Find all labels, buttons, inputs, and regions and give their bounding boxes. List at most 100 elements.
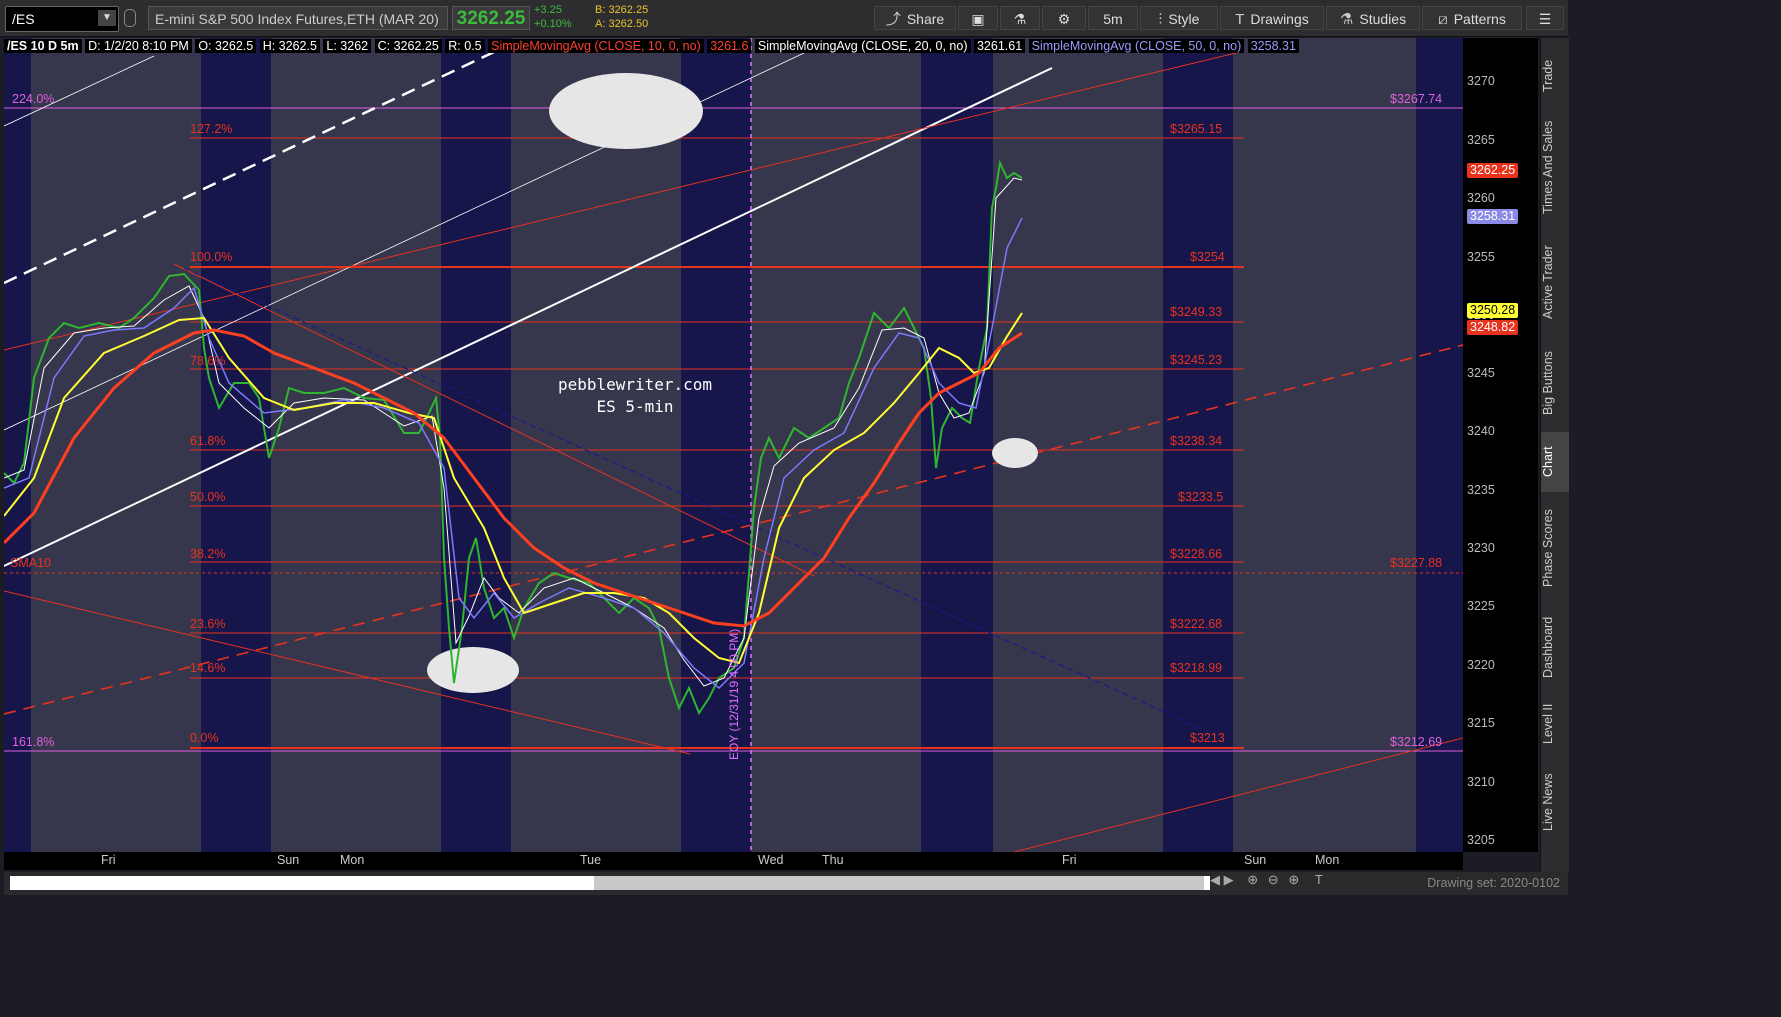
highlight-ellipse-low	[427, 647, 519, 693]
bar-close: C: 3262.25	[374, 39, 442, 53]
price-tick: 3260	[1467, 191, 1495, 205]
menu-icon: ☰	[1538, 11, 1552, 27]
sidebar-tab-chart[interactable]: Chart	[1541, 432, 1569, 492]
symbol-selector[interactable]: /ES ▼	[5, 6, 119, 32]
percent-change: +0.10%	[534, 18, 572, 30]
last-price: 3262.25	[452, 6, 530, 30]
fib-price: $3218.99	[1170, 661, 1223, 675]
snapshot-button[interactable]: ▣	[958, 6, 998, 30]
price-tick: 3270	[1467, 74, 1495, 88]
flask-icon: ⚗	[1339, 11, 1354, 28]
sma10-value: 3261.6	[707, 39, 752, 53]
time-tick: Wed	[758, 853, 784, 867]
camera-icon: ▣	[971, 11, 985, 27]
time-tick: Sun	[1244, 853, 1267, 867]
price-tick: 3210	[1467, 775, 1495, 789]
sma20-value: 3261.61	[973, 39, 1026, 53]
sidebar-tab-times-and-sales[interactable]: Times And Sales	[1541, 112, 1569, 222]
fib-label: 0.0%	[190, 731, 219, 745]
fib-label: 50.0%	[190, 490, 226, 504]
price-tick: 3245	[1467, 366, 1495, 380]
price-tick: 3225	[1467, 599, 1495, 613]
fib-price: $3249.33	[1170, 305, 1223, 319]
fib-label: 23.6%	[190, 617, 226, 631]
sma10-legend: SimpleMovingAvg (CLOSE, 10, 0, no)	[488, 39, 704, 53]
menu-button[interactable]: ☰	[1526, 6, 1564, 30]
fib-price: $3265.15	[1170, 122, 1223, 136]
sma-red-flag: 3248.82	[1467, 320, 1519, 335]
fib-label: 127.2%	[190, 122, 233, 136]
sma10-label: SMA10	[10, 556, 51, 570]
eoy-label: EOY (12/31/19 4:00 PM)	[727, 628, 741, 760]
net-change: +3.25	[534, 4, 562, 16]
price-tick: 3205	[1467, 833, 1495, 847]
zoom-out-icon[interactable]: ⊖	[1268, 872, 1279, 887]
fib-price: $3238.34	[1170, 434, 1223, 448]
drawings-button[interactable]: T Drawings	[1220, 6, 1324, 30]
bid-price: B: 3262.25	[595, 4, 649, 16]
bar-open: O: 3262.5	[195, 39, 257, 53]
time-tick: Sun	[277, 853, 300, 867]
sidebar-tab-dashboard[interactable]: Dashboard	[1541, 604, 1569, 690]
settings-button[interactable]: ⚙	[1042, 6, 1086, 30]
bar-date: D: 1/2/20 8:10 PM	[85, 39, 192, 53]
text-tool-icon[interactable]: T	[1315, 872, 1323, 887]
sma20-line	[4, 217, 1023, 690]
timeframe-button[interactable]: 5m	[1088, 6, 1138, 30]
patterns-button[interactable]: ⧄ Patterns	[1422, 6, 1522, 30]
studies-button[interactable]: ⚗ Studies	[1326, 6, 1420, 30]
fib-label: 100.0%	[190, 250, 233, 264]
last-price-flag: 3262.25	[1467, 163, 1519, 178]
price-tick: 3240	[1467, 424, 1495, 438]
symbol-text: /ES	[12, 11, 35, 27]
sidebar-tab-trade[interactable]: Trade	[1541, 46, 1569, 106]
time-tick: Thu	[822, 853, 844, 867]
scroll-right-icon[interactable]: ▶	[1224, 872, 1234, 887]
sma-red-line	[4, 328, 1023, 628]
candle-icon: ⫶	[1158, 11, 1163, 28]
crosshair-icon[interactable]: ⊕	[1247, 872, 1258, 887]
sidebar-tab-live-news[interactable]: Live News	[1541, 762, 1569, 842]
share-button[interactable]: ⤴ Share	[874, 6, 956, 30]
time-tick: Fri	[101, 853, 116, 867]
sma10-price: $3227.88	[1390, 556, 1443, 570]
style-button[interactable]: ⫶ Style	[1140, 6, 1218, 30]
sidebar-tab-phase-scores[interactable]: Phase Scores	[1541, 500, 1569, 596]
fib-price: $3213	[1190, 731, 1225, 745]
fib-price: $3222.68	[1170, 617, 1223, 631]
sma50-flag: 3258.31	[1467, 209, 1519, 224]
lab-button[interactable]: ⚗	[1000, 6, 1040, 30]
fib-label: 38.2%	[190, 547, 226, 561]
sma20-legend: SimpleMovingAvg (CLOSE, 20, 0, no)	[754, 39, 971, 53]
time-tick: Tue	[580, 853, 602, 867]
drawing-set-label[interactable]: Drawing set: 2020-0102	[1427, 876, 1560, 890]
sidebar-tab-level-ii[interactable]: Level II	[1541, 696, 1569, 752]
zoom-in-icon[interactable]: ⊕	[1288, 872, 1299, 887]
sidebar-tab-active-trader[interactable]: Active Trader	[1541, 234, 1569, 330]
bottom-tools: ◀ ▶ ⊕ ⊖ ⊕ T	[1210, 872, 1323, 895]
fib-price: $3245.23	[1170, 353, 1223, 367]
price-tick: 3255	[1467, 250, 1495, 264]
pattern-icon: ⧄	[1438, 11, 1448, 28]
fib-label-1618: 161.8%	[12, 735, 55, 749]
toolbar: /ES ▼ E-mini S&P 500 Index Futures,ETH (…	[0, 0, 1568, 37]
link-icon[interactable]	[124, 9, 136, 27]
bid-ask-box: B: 3262.25 A: 3262.50	[595, 3, 648, 31]
time-tick: Mon	[1315, 853, 1340, 867]
time-tick: Mon	[340, 853, 365, 867]
sidebar-tab-big-buttons[interactable]: Big Buttons	[1541, 338, 1569, 428]
price-tick: 3220	[1467, 658, 1495, 672]
price-axis[interactable]: 3270 3265 3260 3255 3250 3245 3240 3235 …	[1463, 38, 1538, 852]
price-tick: 3265	[1467, 133, 1495, 147]
bar-range: R: 0.5	[445, 39, 485, 53]
highlight-ellipse-top	[549, 73, 703, 149]
chevron-down-icon[interactable]: ▼	[98, 10, 116, 26]
scroll-left-icon[interactable]: ◀	[1210, 872, 1220, 887]
time-axis[interactable]: Fri Sun Mon Tue Wed Thu Fri Sun Mon	[4, 852, 1463, 870]
instrument-description: E-mini S&P 500 Index Futures,ETH (MAR 20…	[148, 6, 448, 30]
chart-scrollbar[interactable]: Drawing set: 2020-0102	[4, 872, 1568, 895]
fib-label: 78.6%	[190, 354, 226, 368]
chart-header: /ES 10 D 5m D: 1/2/20 8:10 PM O: 3262.5 …	[4, 38, 1299, 54]
fib-price: $3228.66	[1170, 547, 1223, 561]
scroll-thumb[interactable]	[594, 876, 1204, 890]
